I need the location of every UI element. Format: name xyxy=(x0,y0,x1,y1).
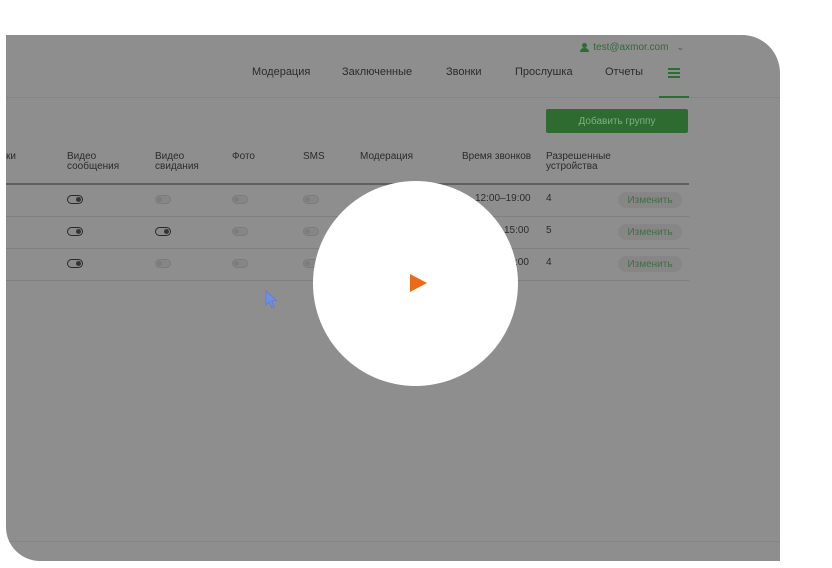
toggle-video-messages[interactable] xyxy=(67,227,83,236)
nav-calls[interactable]: Звонки xyxy=(446,66,482,78)
column-header-call-time: Время звонков xyxy=(462,151,532,162)
toggle-sms[interactable] xyxy=(303,227,319,236)
toggle-photo[interactable] xyxy=(232,259,248,268)
call-time: 15:00 xyxy=(504,225,530,236)
nav-moderation[interactable]: Модерация xyxy=(252,66,310,78)
allowed-devices: 5 xyxy=(546,225,552,236)
mouse-cursor-icon xyxy=(265,290,278,309)
top-navigation: test@axmor.com ⌄ Модерация Заключенные З… xyxy=(6,35,780,98)
header-divider xyxy=(6,183,689,185)
user-email: test@axmor.com xyxy=(593,42,669,53)
header-line: сообщения xyxy=(67,161,120,172)
chevron-down-icon: ⌄ xyxy=(676,42,684,52)
call-time: :00 xyxy=(515,257,529,268)
hamburger-menu-icon[interactable] xyxy=(659,57,689,98)
toggle-sms[interactable] xyxy=(303,195,319,204)
header-line: устройства xyxy=(546,161,598,172)
toggle-video-messages[interactable] xyxy=(67,195,83,204)
column-header-photo: Фото xyxy=(232,151,255,162)
column-header-video-messages: Видео сообщения xyxy=(67,152,119,172)
column-header-sms: SMS xyxy=(303,151,325,162)
footer-divider xyxy=(6,541,780,542)
edit-button[interactable]: Изменить xyxy=(618,192,682,208)
toggle-video-visits[interactable] xyxy=(155,259,171,268)
header-line: свидания xyxy=(155,161,199,172)
nav-prisoners[interactable]: Заключенные xyxy=(342,66,412,78)
column-header-allowed-devices: Разрешенные устройства xyxy=(546,152,611,172)
user-icon xyxy=(580,43,590,52)
column-header-truncated: ки xyxy=(6,151,16,162)
edit-button[interactable]: Изменить xyxy=(618,224,682,240)
toggle-video-visits[interactable] xyxy=(155,195,171,204)
allowed-devices: 4 xyxy=(546,257,552,268)
column-header-video-visits: Видео свидания xyxy=(155,152,199,172)
video-play-overlay[interactable] xyxy=(313,181,518,386)
toggle-video-messages[interactable] xyxy=(67,259,83,268)
edit-button[interactable]: Изменить xyxy=(618,256,682,272)
play-icon[interactable] xyxy=(410,274,427,292)
column-header-moderation: Модерация xyxy=(360,151,414,162)
add-group-button[interactable]: Добавить группу xyxy=(546,109,688,133)
toggle-photo[interactable] xyxy=(232,195,248,204)
nav-reports[interactable]: Отчеты xyxy=(605,66,643,78)
allowed-devices: 4 xyxy=(546,193,552,204)
call-time: 12:00–19:00 xyxy=(475,193,531,204)
user-menu[interactable]: test@axmor.com ⌄ xyxy=(580,42,684,53)
nav-listening[interactable]: Прослушка xyxy=(515,66,573,78)
toggle-photo[interactable] xyxy=(232,227,248,236)
toggle-video-visits[interactable] xyxy=(155,227,171,236)
